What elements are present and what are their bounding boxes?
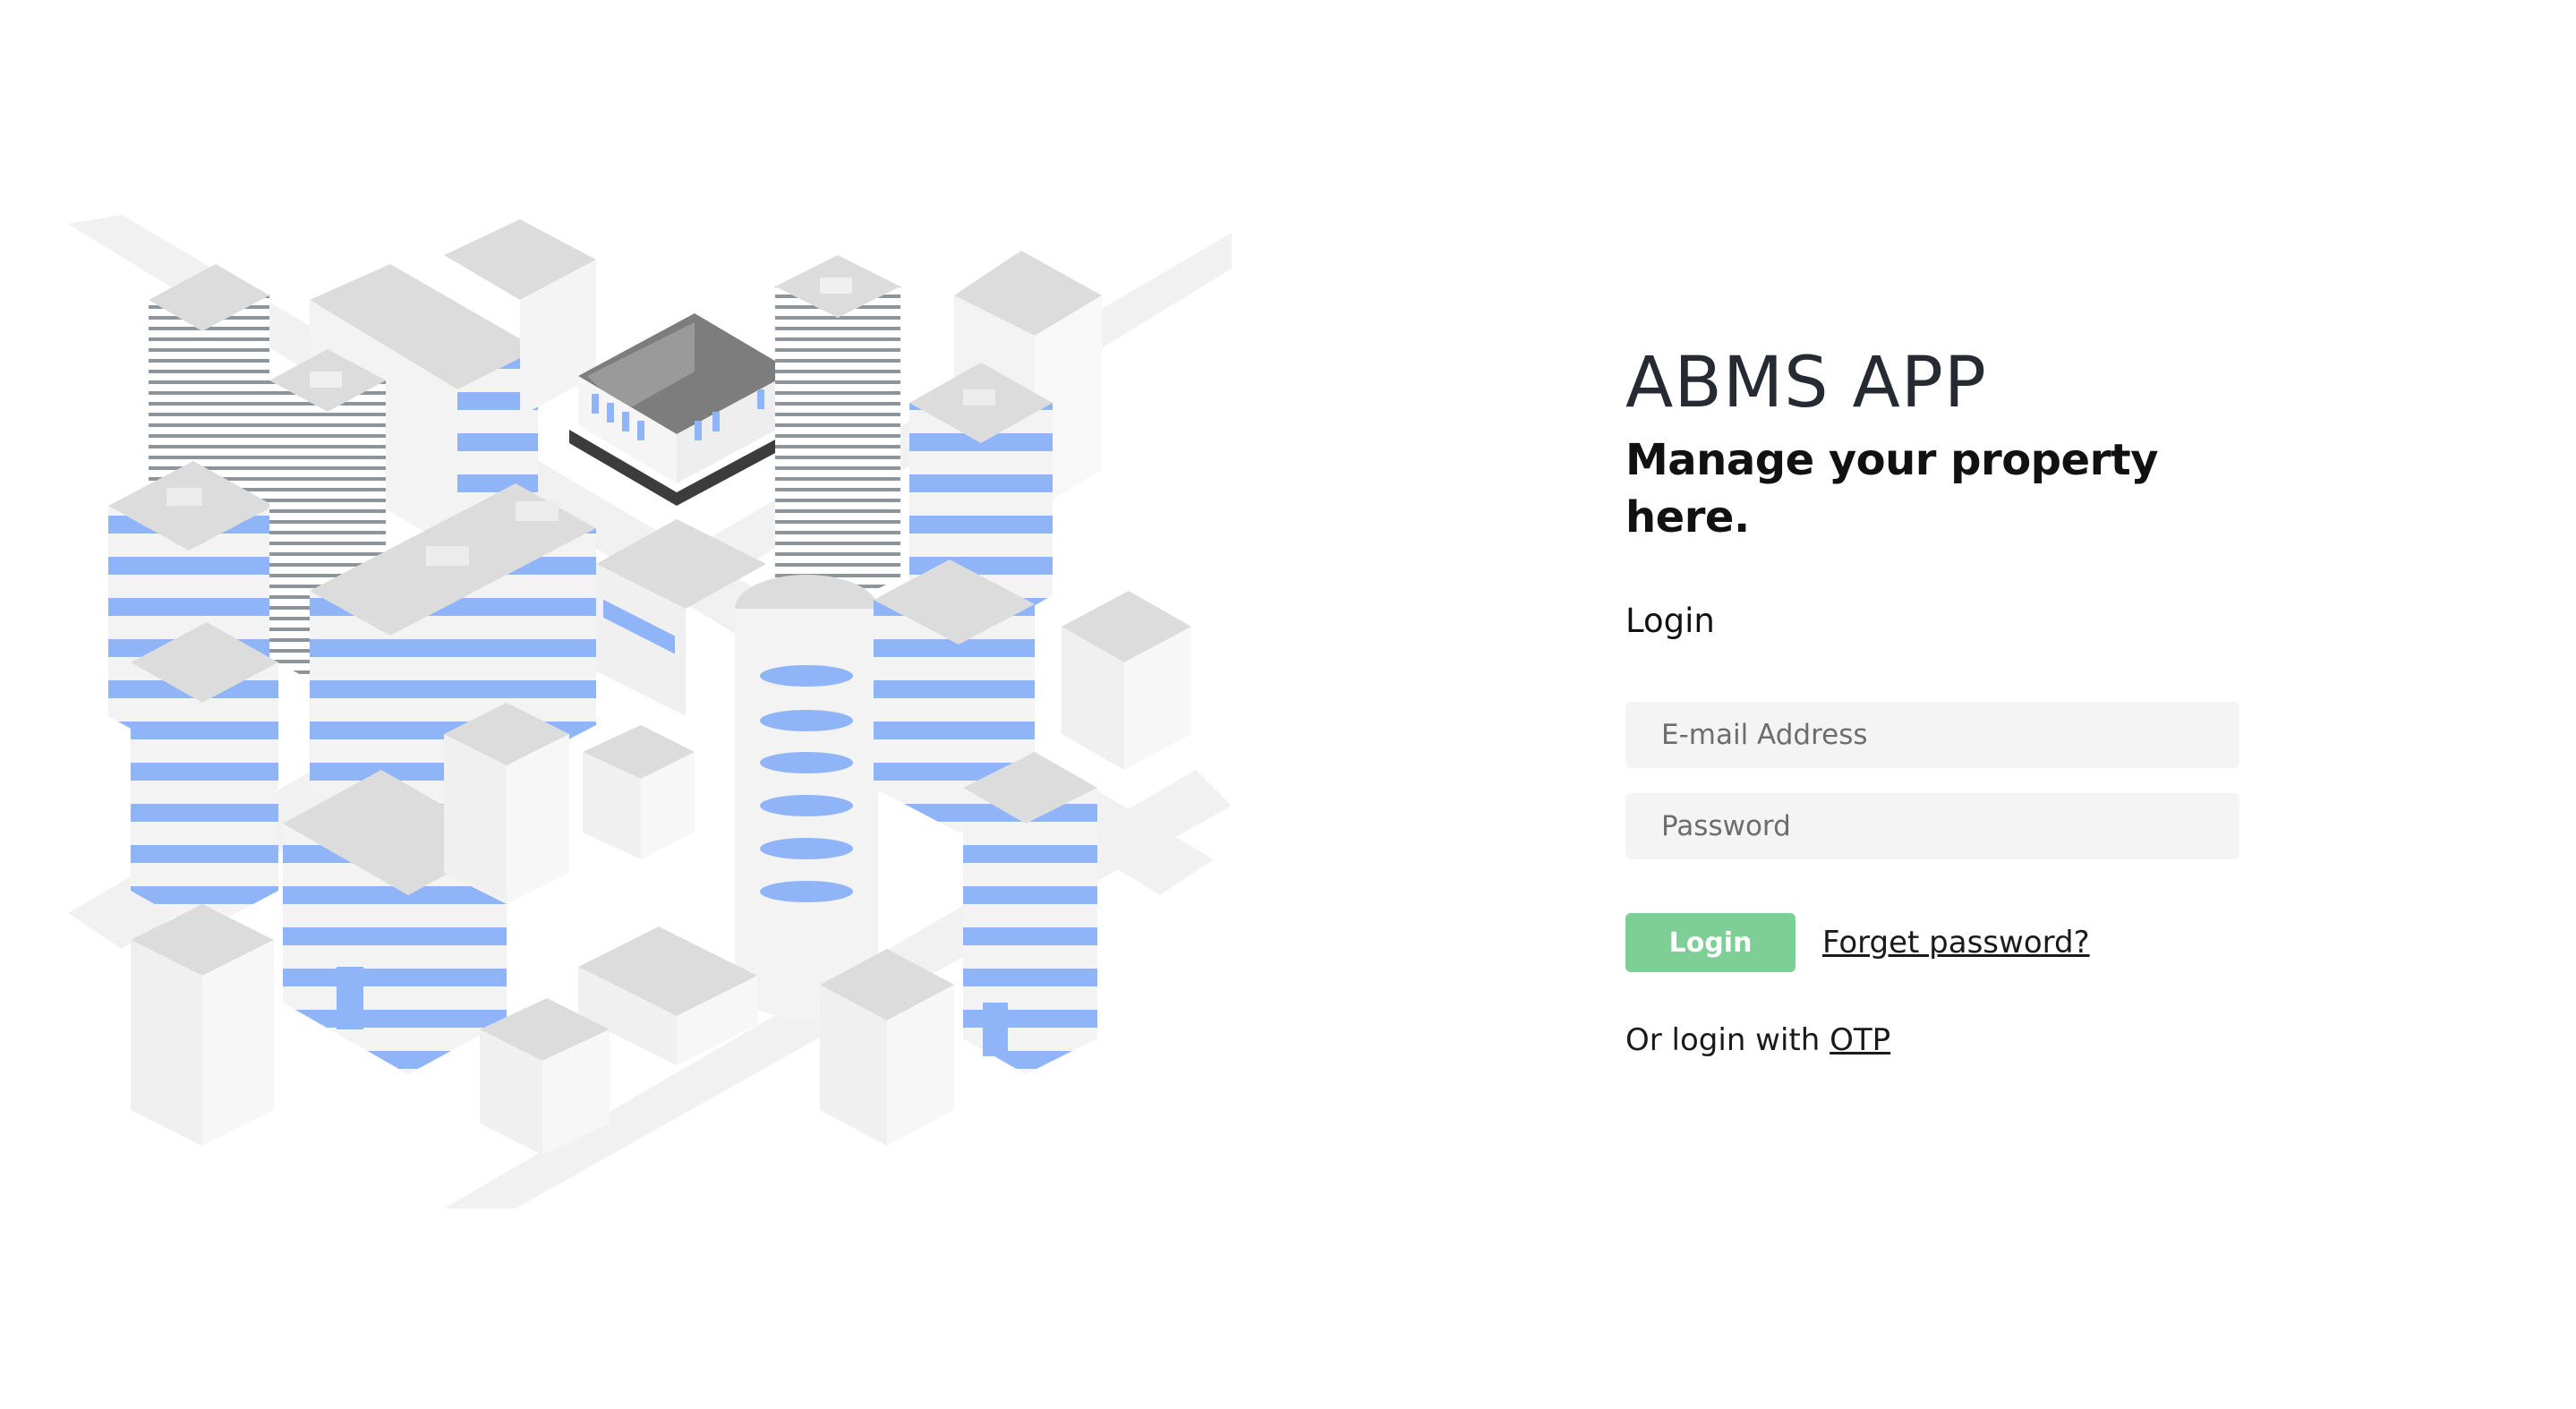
app-tagline: Manage your property here. bbox=[1625, 435, 2159, 542]
isometric-city-icon bbox=[68, 215, 1232, 1208]
email-input[interactable] bbox=[1625, 702, 2239, 768]
login-button[interactable]: Login bbox=[1625, 913, 1796, 972]
login-actions: Login Forget password? bbox=[1625, 913, 2270, 972]
forgot-password-link[interactable]: Forget password? bbox=[1822, 925, 2090, 961]
otp-link[interactable]: OTP bbox=[1830, 1022, 1890, 1058]
otp-login-line: Or login with OTP bbox=[1625, 1022, 2270, 1058]
city-illustration bbox=[68, 215, 1232, 1208]
app-title: ABMS APP bbox=[1625, 343, 1987, 423]
otp-prefix-text: Or login with bbox=[1625, 1022, 1830, 1058]
login-heading: Login bbox=[1625, 602, 1715, 640]
login-panel: ABMS APP Manage your property here. Logi… bbox=[1625, 340, 2270, 1058]
login-page: ABMS APP Manage your property here. Logi… bbox=[0, 0, 2576, 1409]
password-input[interactable] bbox=[1625, 793, 2239, 859]
